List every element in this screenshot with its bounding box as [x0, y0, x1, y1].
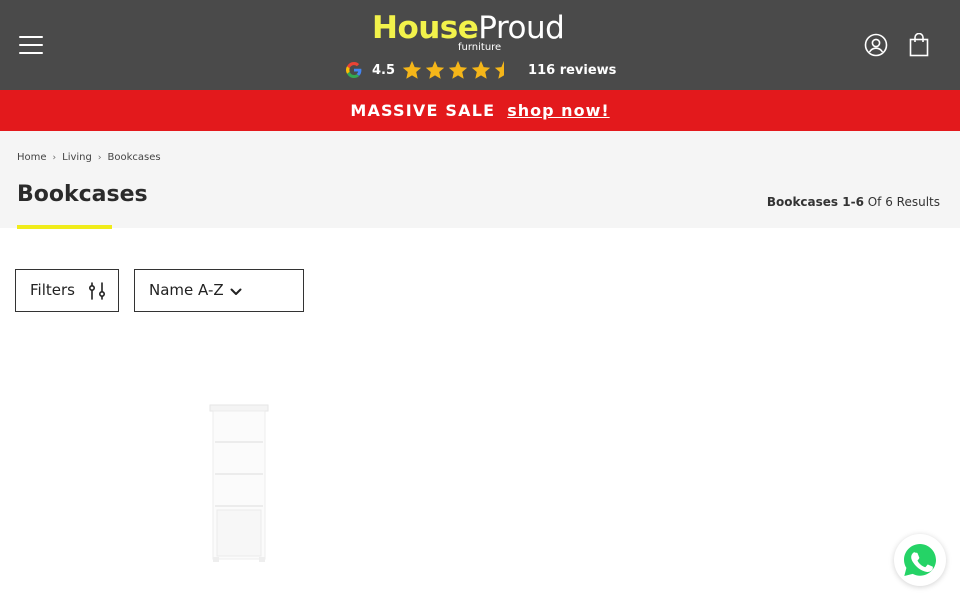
google-rating[interactable]: 4.5 116 reviews: [346, 58, 616, 82]
title-underline: [17, 225, 112, 229]
result-count: Bookcases 1-6 Of 6 Results: [767, 195, 940, 209]
category-header: Home › Living › Bookcases Bookcases Book…: [0, 131, 960, 228]
breadcrumb: Home › Living › Bookcases: [17, 152, 161, 163]
breadcrumb-living[interactable]: Living: [62, 152, 92, 163]
site-logo[interactable]: HouseProud furniture: [372, 6, 582, 56]
sale-banner: MASSIVE SALE shop now!: [0, 90, 960, 131]
star-icon: [402, 60, 422, 79]
breadcrumb-home[interactable]: Home: [17, 152, 47, 163]
sort-selected-value: Name A-Z: [149, 281, 224, 299]
banner-text: MASSIVE SALE: [350, 101, 496, 120]
result-count-range: Bookcases 1-6: [766, 195, 864, 209]
chevron-down-icon: [230, 288, 242, 295]
filters-label: Filters: [30, 281, 75, 299]
shop-now-link[interactable]: shop now!: [507, 101, 609, 120]
hamburger-menu-icon[interactable]: [17, 34, 45, 56]
whatsapp-chat-button[interactable]: [894, 534, 946, 586]
star-icon: [425, 60, 445, 79]
whatsapp-icon: [904, 544, 936, 576]
sliders-icon: [88, 282, 106, 300]
review-count: 116 reviews: [528, 62, 617, 78]
breadcrumb-separator-icon: ›: [97, 152, 102, 163]
sort-dropdown[interactable]: Name A-Z: [134, 269, 304, 312]
star-icon: [448, 60, 468, 79]
breadcrumb-bookcases: Bookcases: [107, 152, 161, 163]
product-image-white-bookcase[interactable]: [205, 402, 273, 564]
logo-house: House: [372, 10, 479, 46]
logo-subtitle: furniture: [458, 42, 502, 53]
account-icon[interactable]: [864, 33, 888, 57]
logo-proud: Proud: [478, 10, 565, 46]
site-header: HouseProud furniture 4.5 116 reviews: [0, 0, 960, 90]
logo-wordmark: HouseProud: [372, 10, 565, 46]
rating-stars: [401, 59, 516, 81]
breadcrumb-separator-icon: ›: [52, 152, 57, 163]
star-icon: [471, 60, 491, 79]
half-star-icon: [494, 60, 505, 79]
rating-value: 4.5: [372, 62, 396, 78]
filters-button[interactable]: Filters: [15, 269, 119, 312]
shopping-bag-icon[interactable]: [908, 33, 930, 57]
page-title: Bookcases: [17, 182, 148, 207]
result-count-total: Of 6 Results: [863, 195, 940, 209]
google-icon: [346, 62, 362, 78]
